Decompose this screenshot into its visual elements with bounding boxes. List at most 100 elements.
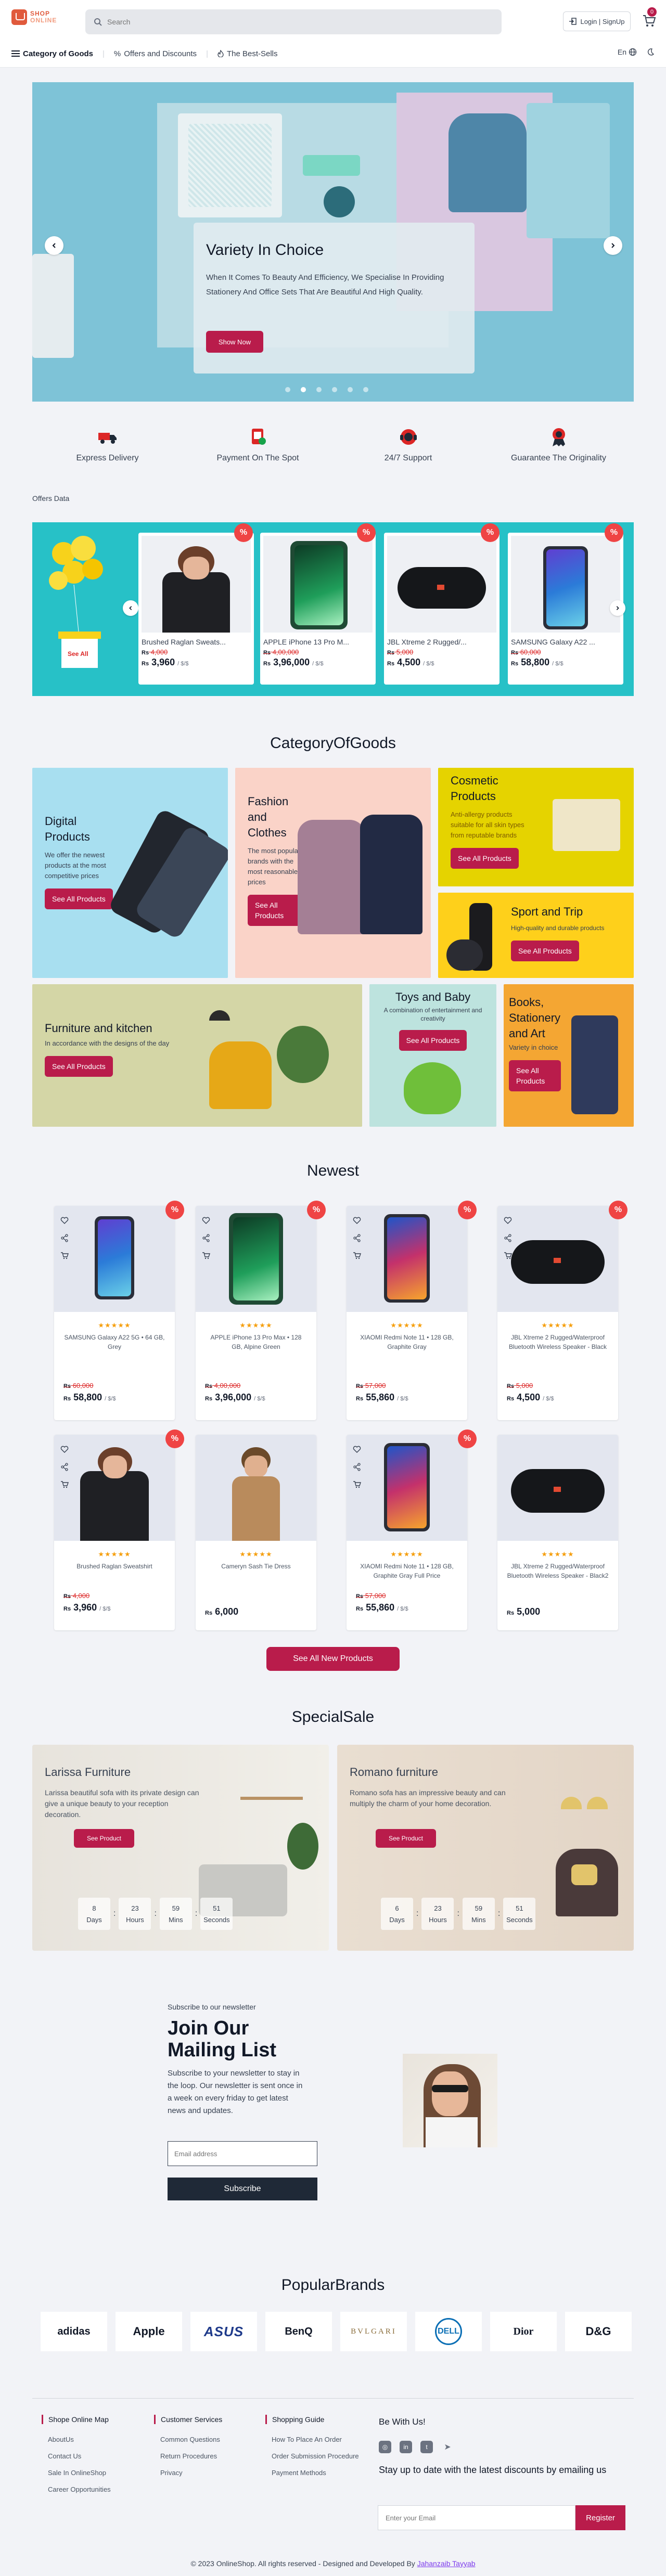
share-icon[interactable] bbox=[202, 1234, 210, 1242]
gift-see-all-label[interactable]: See All bbox=[68, 650, 88, 658]
newsletter-email-input[interactable] bbox=[168, 2141, 317, 2166]
wishlist-icon[interactable] bbox=[202, 1216, 210, 1225]
hero-dot[interactable] bbox=[316, 387, 322, 392]
logo[interactable]: SHOP ONLINE bbox=[11, 9, 57, 25]
footer-register-button[interactable]: Register bbox=[575, 2505, 625, 2530]
add-to-cart-icon[interactable] bbox=[60, 1480, 69, 1489]
globe-icon bbox=[629, 48, 637, 56]
instagram-icon[interactable]: ◎ bbox=[379, 2441, 391, 2453]
brand-logo[interactable]: DELL bbox=[415, 2312, 482, 2351]
footer-link[interactable]: How To Place An Order bbox=[265, 2431, 359, 2448]
timer-separator: : bbox=[497, 1909, 501, 1918]
footer-link[interactable]: Privacy bbox=[154, 2465, 222, 2481]
category-see-all-button[interactable]: See All Products bbox=[511, 941, 579, 961]
hero-dot[interactable] bbox=[301, 387, 306, 392]
rating-stars: ★★★★★ bbox=[239, 1321, 273, 1329]
add-to-cart-icon[interactable] bbox=[353, 1252, 361, 1260]
hero-dot[interactable] bbox=[285, 387, 290, 392]
product-card[interactable]: ★★★★★ JBL Xtreme 2 Rugged/Waterproof Blue… bbox=[497, 1206, 618, 1420]
wishlist-icon[interactable] bbox=[353, 1445, 361, 1453]
price-value: 3,960 bbox=[73, 1602, 97, 1613]
product-card[interactable]: ★★★★★ Cameryn Sash Tie Dress Rs 6,000 bbox=[196, 1435, 316, 1630]
offers-prev-button[interactable] bbox=[123, 600, 138, 616]
product-card[interactable]: ★★★★★ XIAOMI Redmi Note 11 • 128 GB, Grap… bbox=[347, 1206, 467, 1420]
footer-link[interactable]: Order Submission Procedure bbox=[265, 2448, 359, 2465]
category-see-all-button[interactable]: See All Products bbox=[45, 1056, 113, 1077]
hero-show-now-button[interactable]: Show Now bbox=[206, 331, 263, 353]
search-input[interactable] bbox=[107, 18, 471, 26]
footer-link[interactable]: Sale In OnlineShop bbox=[42, 2465, 111, 2481]
add-to-cart-icon[interactable] bbox=[60, 1252, 69, 1260]
hero-dot[interactable] bbox=[332, 387, 337, 392]
features-row: Express Delivery Payment On The Spot 24/… bbox=[32, 427, 634, 468]
category-see-all-button[interactable]: See All Products bbox=[509, 1060, 561, 1091]
add-to-cart-icon[interactable] bbox=[202, 1252, 210, 1260]
footer-link[interactable]: AboutUs bbox=[42, 2431, 111, 2448]
category-see-all-button[interactable]: See All Products bbox=[248, 895, 305, 926]
newsletter-description: Subscribe to your newsletter to stay in … bbox=[168, 2069, 303, 2115]
footer-link[interactable]: Career Opportunities bbox=[42, 2481, 111, 2498]
product-card[interactable]: ★★★★★ Brushed Raglan Sweatshirt Rs 4,000 Rs… bbox=[54, 1435, 175, 1630]
see-product-button[interactable]: See Product bbox=[74, 1829, 134, 1848]
footer-link[interactable]: Return Procedures bbox=[154, 2448, 222, 2465]
hero-dot[interactable] bbox=[363, 387, 368, 392]
login-button[interactable]: Login | SignUp bbox=[563, 11, 631, 31]
nav-category-of-goods[interactable]: Category of Goods bbox=[11, 49, 93, 58]
hero-dot[interactable] bbox=[348, 387, 353, 392]
share-icon[interactable] bbox=[504, 1234, 512, 1242]
discount-badge: % bbox=[165, 1429, 184, 1448]
brand-logo[interactable]: ASUS bbox=[190, 2312, 257, 2351]
author-link[interactable]: Jahanzaib Tayyab bbox=[417, 2559, 476, 2568]
linkedin-icon[interactable]: in bbox=[400, 2441, 412, 2453]
share-icon[interactable] bbox=[60, 1463, 69, 1471]
wishlist-icon[interactable] bbox=[504, 1216, 512, 1225]
wishlist-icon[interactable] bbox=[353, 1216, 361, 1225]
wishlist-icon[interactable] bbox=[60, 1445, 69, 1453]
hero-next-button[interactable] bbox=[604, 236, 622, 255]
offer-card[interactable]: APPLE iPhone 13 Pro M... Rs 4,00,000 Rs … bbox=[260, 533, 376, 685]
twitter-icon[interactable]: t bbox=[420, 2441, 433, 2453]
rating-stars: ★★★★★ bbox=[390, 1321, 424, 1329]
footer-link[interactable]: Payment Methods bbox=[265, 2465, 359, 2481]
newsletter-subscribe-button[interactable]: Subscribe bbox=[168, 2178, 317, 2200]
add-to-cart-icon[interactable] bbox=[504, 1252, 512, 1260]
share-icon[interactable] bbox=[60, 1234, 69, 1242]
product-card[interactable]: ★★★★★ SAMSUNG Galaxy A22 5G • 64 GB, Grey… bbox=[54, 1206, 175, 1420]
telegram-icon[interactable]: ➤ bbox=[441, 2441, 454, 2453]
language-selector[interactable]: En bbox=[618, 48, 637, 56]
product-card[interactable]: ★★★★★ APPLE iPhone 13 Pro Max • 128 GB, A… bbox=[196, 1206, 316, 1420]
product-card[interactable]: ★★★★★ JBL Xtreme 2 Rugged/Waterproof Blue… bbox=[497, 1435, 618, 1630]
wishlist-icon[interactable] bbox=[60, 1216, 69, 1225]
dark-mode-icon[interactable] bbox=[646, 48, 655, 56]
category-see-all-button[interactable]: See All Products bbox=[45, 888, 113, 909]
add-to-cart-icon[interactable] bbox=[353, 1480, 361, 1489]
brand-logo[interactable]: Apple bbox=[116, 2312, 182, 2351]
offer-card[interactable]: Brushed Raglan Sweats... Rs 4,000 Rs 3,9… bbox=[138, 533, 254, 685]
category-see-all-button[interactable]: See All Products bbox=[399, 1030, 467, 1051]
offer-card[interactable]: SAMSUNG Galaxy A22 ... Rs 60,000 Rs 58,8… bbox=[508, 533, 623, 685]
offer-old-price: Rs 4,000 bbox=[142, 648, 168, 656]
see-all-new-products-button[interactable]: See All New Products bbox=[266, 1647, 400, 1671]
brand-logo[interactable]: D&G bbox=[565, 2312, 632, 2351]
brand-logo[interactable]: BenQ bbox=[265, 2312, 332, 2351]
footer-link[interactable]: Common Questions bbox=[154, 2431, 222, 2448]
product-image bbox=[196, 1435, 316, 1541]
brand-logo[interactable]: Dior bbox=[490, 2312, 557, 2351]
nav-best-sells[interactable]: The Best-Sells bbox=[217, 49, 278, 58]
category-see-all-button[interactable]: See All Products bbox=[451, 848, 519, 869]
timer-seconds: 51 Seconds bbox=[200, 1898, 233, 1930]
share-icon[interactable] bbox=[353, 1234, 361, 1242]
offers-next-button[interactable] bbox=[610, 600, 625, 616]
footer-email-input[interactable] bbox=[378, 2505, 575, 2530]
brand-logo[interactable]: BVLGARI bbox=[340, 2312, 407, 2351]
nav-offers[interactable]: % Offers and Discounts bbox=[114, 49, 197, 58]
product-card[interactable]: ★★★★★ XIAOMI Redmi Note 11 • 128 GB, Grap… bbox=[347, 1435, 467, 1630]
footer-link[interactable]: Contact Us bbox=[42, 2448, 111, 2465]
offer-card[interactable]: JBL Xtreme 2 Rugged/... Rs 5,000 Rs 4,50… bbox=[384, 533, 499, 685]
brand-logo[interactable]: adidas bbox=[41, 2312, 107, 2351]
see-product-button[interactable]: See Product bbox=[376, 1829, 436, 1848]
nav-divider: | bbox=[206, 49, 208, 58]
hero-prev-button[interactable] bbox=[45, 236, 63, 255]
share-icon[interactable] bbox=[353, 1463, 361, 1471]
timer-days: 8 Days bbox=[78, 1898, 110, 1930]
